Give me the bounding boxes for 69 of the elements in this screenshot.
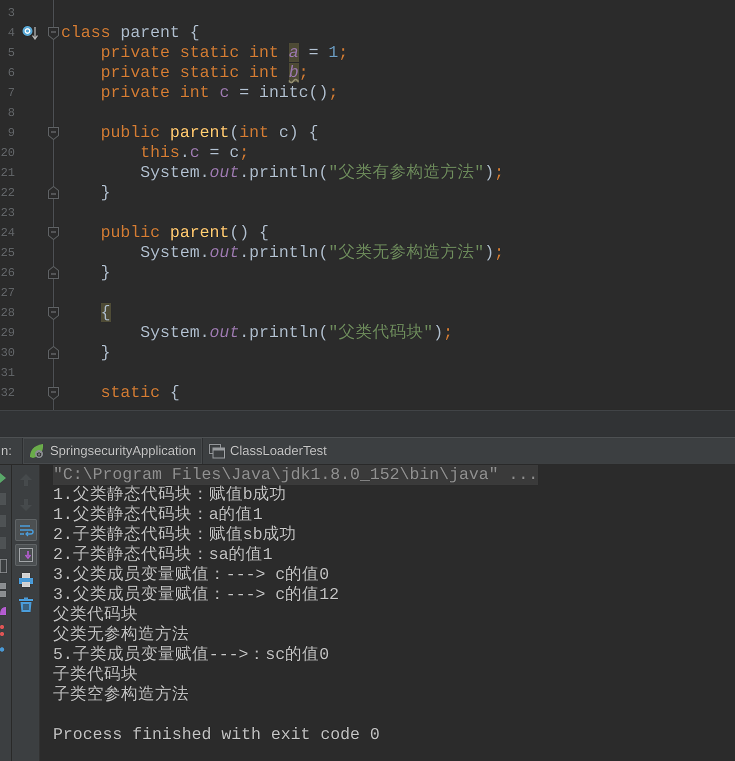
fold-icon[interactable] — [48, 27, 59, 40]
leaf-icon — [29, 443, 45, 459]
line-number: 32 — [0, 385, 15, 402]
line-number: 6 — [6, 65, 15, 82]
printer-icon — [18, 572, 34, 588]
code-line: private static int b; — [100, 63, 309, 83]
output-line: 5.子类成员变量赋值--->：sc的值0 — [53, 645, 330, 665]
line-number: 22 — [0, 185, 15, 202]
line-number: 8 — [6, 105, 15, 122]
line-number: 25 — [0, 245, 15, 262]
run-label: n: — [0, 442, 13, 460]
output-line: 3.父类成员变量赋值：---> c的值12 — [53, 585, 340, 605]
window-icon — [208, 443, 225, 459]
line-number: 31 — [0, 365, 15, 382]
code-line: public parent() { — [100, 223, 269, 243]
fold-icon[interactable] — [48, 307, 59, 320]
line-number: 24 — [0, 225, 15, 242]
play-icon[interactable] — [0, 473, 6, 483]
code-line: static { — [100, 383, 180, 403]
line-number: 21 — [0, 165, 15, 182]
line-number: 27 — [0, 285, 15, 302]
code-line: System.out.println("父类代码块"); — [139, 323, 453, 343]
code-line: this.c = c; — [139, 143, 250, 163]
output-line: 2.子类静态代码块：赋值sb成功 — [53, 525, 297, 545]
output-line: 父类代码块 — [53, 605, 138, 625]
line-number: 30 — [0, 345, 15, 362]
scroll-down-icon — [18, 547, 34, 563]
output-line: 子类代码块 — [53, 665, 138, 685]
fold-icon[interactable] — [48, 346, 59, 359]
fold-icon[interactable] — [48, 387, 59, 400]
output-line: 1.父类静态代码块：a的值1 — [53, 505, 263, 525]
code-line: class parent { — [61, 23, 200, 43]
code-line: private int c = initc(); — [100, 83, 338, 103]
output-line: 父类无参构造方法 — [53, 625, 189, 645]
override-icon[interactable] — [22, 25, 38, 41]
trash-icon — [18, 597, 34, 613]
line-number: 26 — [0, 265, 15, 282]
code-line: } — [100, 343, 111, 363]
code-line: } — [100, 263, 111, 283]
toolbar-button[interactable] — [14, 519, 36, 541]
grid-icon[interactable] — [0, 583, 7, 597]
code-line: System.out.println("父类有参构造方法"); — [139, 163, 504, 183]
output-line: 2.子类静态代码块：sa的值1 — [53, 545, 273, 565]
fold-icon[interactable] — [48, 186, 59, 199]
cap-icon[interactable] — [0, 607, 6, 615]
line-number: 4 — [6, 25, 15, 42]
fold-icon[interactable] — [48, 227, 59, 240]
output-line: Process finished with exit code 0 — [53, 725, 380, 745]
line-number: 20 — [0, 145, 15, 162]
fold-icon[interactable] — [48, 127, 59, 140]
output-line: 1.父类静态代码块：赋值b成功 — [53, 485, 287, 505]
dots-icon[interactable] — [0, 625, 5, 637]
line-number: 3 — [6, 5, 15, 22]
line-number: 9 — [6, 125, 15, 142]
fold-icon[interactable] — [48, 266, 59, 279]
line-number: 28 — [0, 305, 15, 322]
line-number: 7 — [6, 85, 15, 102]
output-line: 子类空参构造方法 — [53, 685, 189, 705]
line-number: 5 — [6, 45, 15, 62]
line-number: 23 — [0, 205, 15, 222]
code-line: private static int a = 1; — [100, 43, 348, 63]
line-number: 29 — [0, 325, 15, 342]
run-tab[interactable]: SpringsecurityApplication — [22, 438, 203, 464]
output-line: 3.父类成员变量赋值：---> c的值0 — [53, 565, 330, 585]
code-line: } — [100, 183, 111, 203]
run-tab[interactable]: ClassLoaderTest — [202, 438, 333, 464]
toolbar-button[interactable] — [14, 544, 36, 566]
code-line: public parent(int c) { — [100, 123, 318, 143]
code-line: System.out.println("父类无参构造方法"); — [139, 243, 504, 263]
